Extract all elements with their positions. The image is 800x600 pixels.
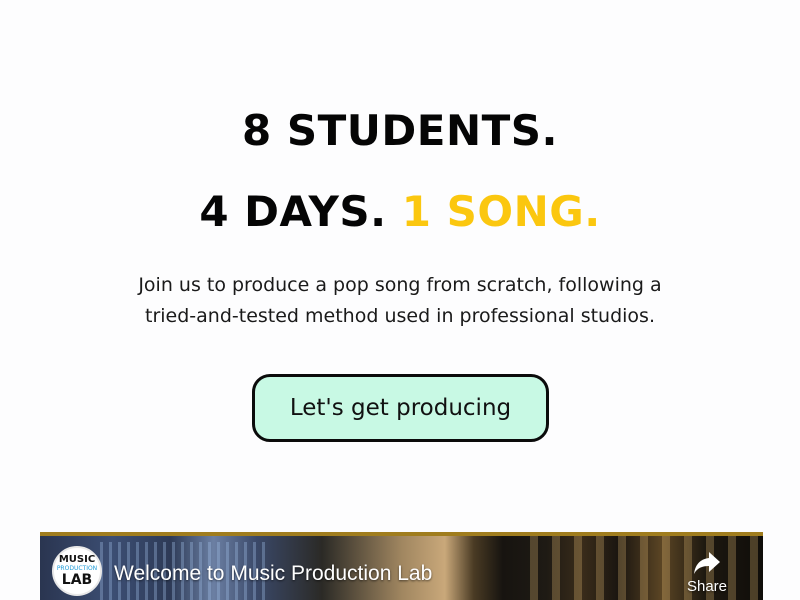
hero-subtitle: Join us to produce a pop song from scrat… [0, 270, 800, 332]
channel-logo[interactable]: MUSIC PRODUCTION LAB [52, 546, 102, 596]
subtitle-line-1: Join us to produce a pop song from scrat… [138, 274, 662, 296]
channel-logo-text-bottom: LAB [61, 572, 93, 588]
video-player[interactable]: MUSIC PRODUCTION LAB Welcome to Music Pr… [40, 532, 763, 600]
share-arrow-icon [694, 552, 720, 574]
channel-logo-text-top: MUSIC [58, 554, 96, 565]
headline-days: 4 DAYS. [199, 187, 387, 236]
subtitle-line-2: tried-and-tested method used in professi… [145, 305, 655, 327]
share-button[interactable]: Share [679, 550, 735, 600]
headline-days-song: 4 DAYS. 1 SONG. [0, 187, 800, 236]
cta-button[interactable]: Let's get producing [252, 374, 549, 442]
share-label: Share [686, 578, 728, 595]
video-title[interactable]: Welcome to Music Production Lab [114, 562, 432, 586]
headline-song-accent: 1 SONG. [401, 187, 601, 236]
landing-page: 8 STUDENTS. 4 DAYS. 1 SONG. Join us to p… [0, 0, 800, 600]
headline-students: 8 STUDENTS. [242, 106, 558, 155]
